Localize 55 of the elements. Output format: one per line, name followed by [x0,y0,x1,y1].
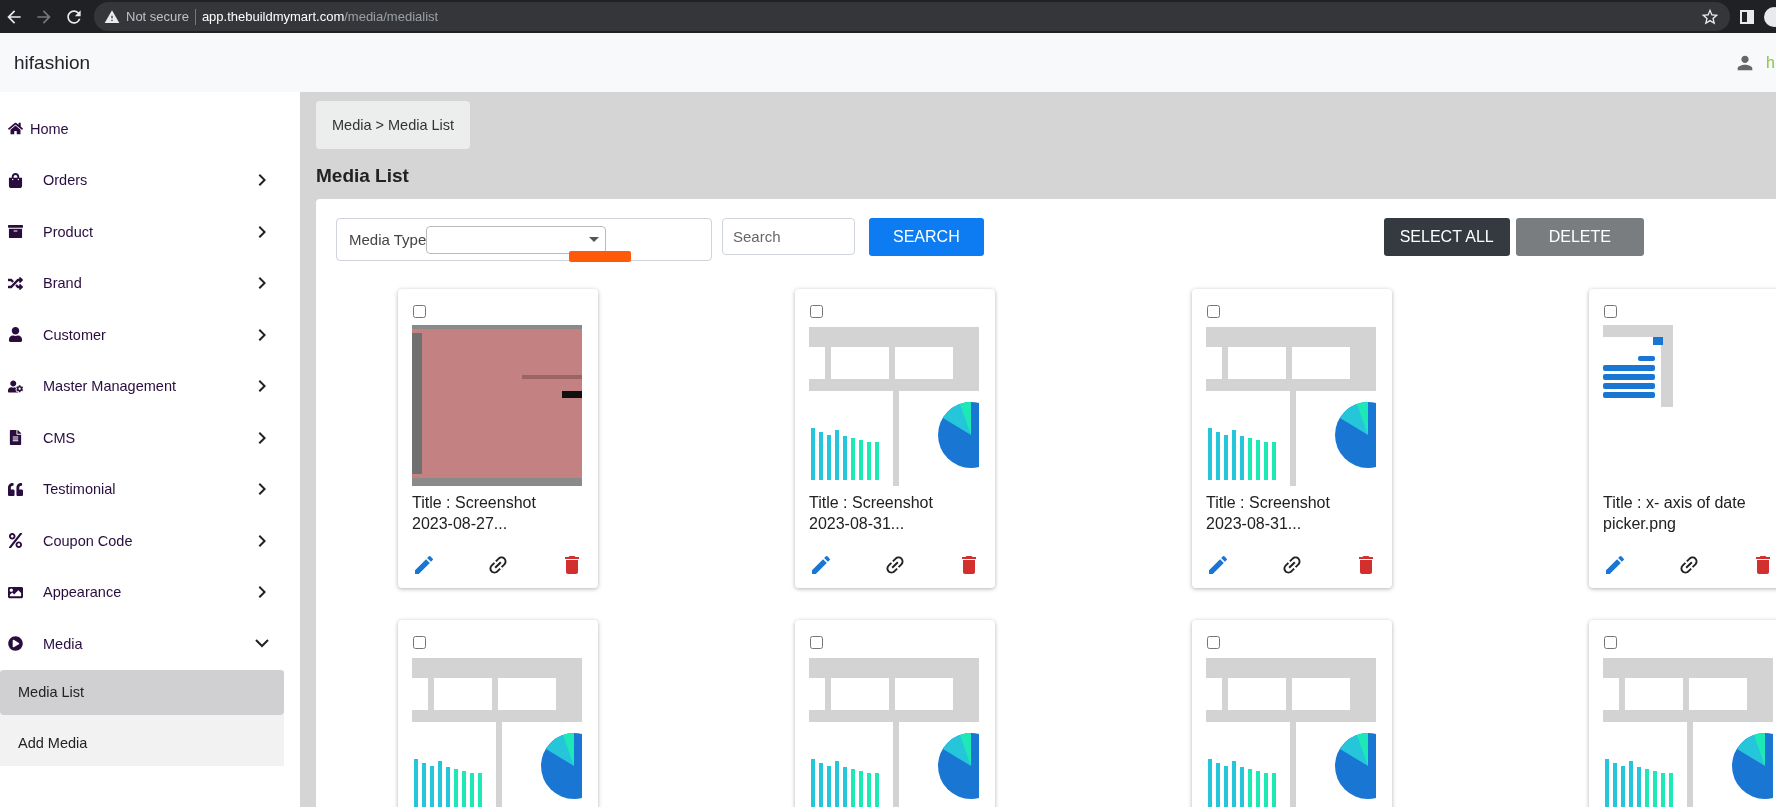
media-title: Title : Screenshot 2023-08-27... [412,493,537,534]
submenu-item[interactable]: Add Media [0,720,284,766]
media-title: Title : Screenshot 2023-08-31... [1206,493,1331,534]
brand-name: hifashion [14,51,92,74]
sidebar-item[interactable]: Brand [0,257,300,309]
media-title: Title : Screenshot 2023-08-31... [809,493,934,534]
menu-icon [8,327,23,343]
side-panel-icon[interactable] [1740,9,1754,24]
menu-icon [8,275,23,291]
sidebar-item[interactable]: Media [0,618,300,670]
sidebar-item[interactable]: CMS [0,412,300,464]
sidebar-item[interactable]: Coupon Code [0,515,300,567]
delete-button[interactable]: DELETE [1515,218,1644,256]
edit-icon[interactable] [1603,553,1627,577]
sidebar-item[interactable]: Customer [0,309,300,361]
sidebar-item[interactable]: Orders [0,154,300,206]
select-checkbox[interactable] [1207,636,1220,649]
select-checkbox[interactable] [1207,305,1220,318]
select-checkbox[interactable] [1604,636,1617,649]
edit-icon[interactable] [1206,553,1230,577]
menu-icon [8,636,23,652]
sidebar-item[interactable]: Master Management [0,360,300,412]
select-checkbox[interactable] [810,305,823,318]
menu-icon [8,430,23,446]
select-checkbox[interactable] [1604,305,1617,318]
url-text: app.thebuildmymart.com/media/medialist [201,9,439,24]
select-checkbox[interactable] [810,636,823,649]
dropdown-arrow-icon [589,237,600,242]
highlight-stroke [569,251,631,262]
search-field[interactable]: Search [722,218,855,255]
warning-icon [104,8,120,25]
menu-icon [8,533,23,549]
menu-icon [8,224,23,240]
media-title: Title : x- axis of date picker.png [1603,493,1747,534]
menu-icon [8,481,23,497]
page-title: Media List [316,165,410,187]
sidebar-item[interactable]: Testimonial [0,463,300,515]
address-bar[interactable]: Not secure app.thebuildmymart.com/media/medialist [94,2,1730,31]
menu-icon [8,121,23,137]
select-checkbox[interactable] [413,636,426,649]
select-checkbox[interactable] [413,305,426,318]
select-all-button[interactable]: SELECT ALL [1383,218,1510,256]
sidebar-item[interactable]: Product [0,206,300,258]
edit-icon[interactable] [412,553,436,577]
menu-icon [8,584,23,600]
sidebar-item[interactable]: Home [0,103,300,155]
menu-icon [8,172,23,188]
security-label: Not secure [126,9,189,24]
search-button[interactable]: SEARCH [869,218,984,256]
breadcrumb: Media > Media List [316,101,471,149]
sidebar-item[interactable]: Appearance [0,566,300,618]
media-type-label: Media Type [349,231,427,248]
submenu-item[interactable]: Media List [0,669,284,715]
edit-icon[interactable] [809,553,833,577]
menu-icon [8,378,23,394]
